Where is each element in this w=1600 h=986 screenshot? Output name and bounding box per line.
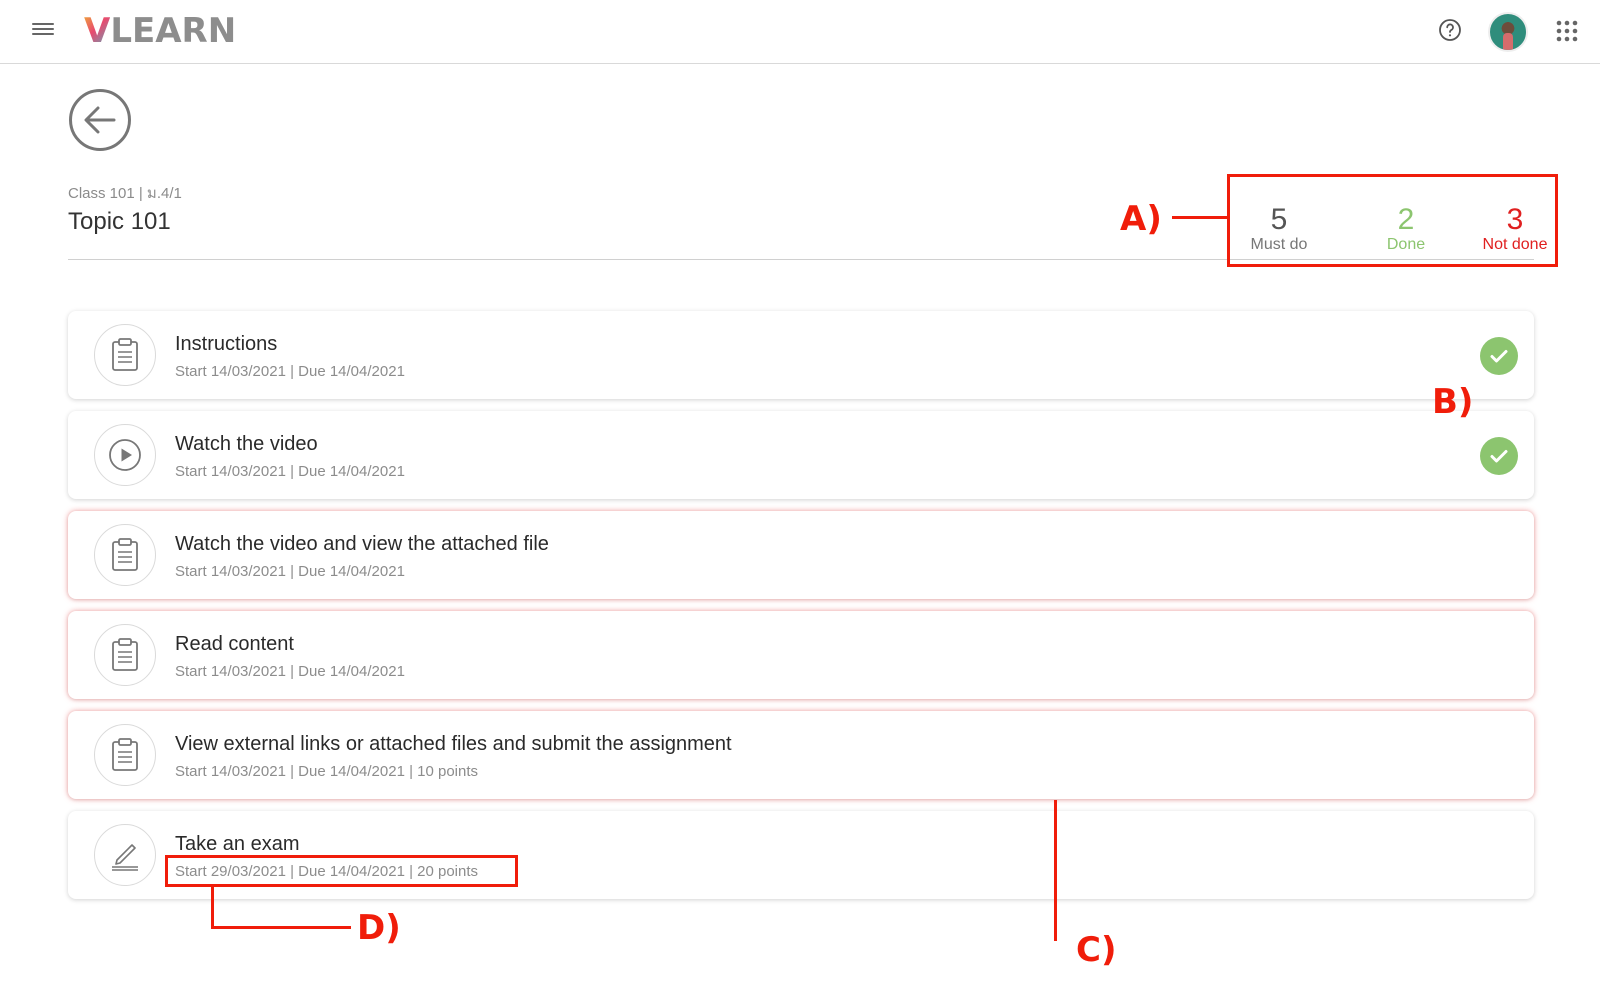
activity-meta: Start 14/03/2021 | Due 14/04/2021 [175, 563, 405, 580]
activity-meta: Start 14/03/2021 | Due 14/04/2021 [175, 463, 405, 480]
annotation-box-a [1227, 174, 1558, 267]
class-subtitle: Class 101 | ม.4/1 [68, 185, 182, 202]
activity-title: Instructions [175, 333, 278, 355]
activity-card-read-content[interactable]: Read content Start 14/03/2021 | Due 14/0… [68, 611, 1534, 699]
activity-meta: Start 14/03/2021 | Due 14/04/2021 [175, 363, 405, 380]
play-icon [94, 424, 156, 486]
annotation-label-a: A) [1120, 199, 1162, 239]
clipboard-icon [94, 324, 156, 386]
user-avatar[interactable] [1488, 12, 1528, 52]
clipboard-icon [94, 724, 156, 786]
logo-text: LEARN [110, 11, 237, 51]
activity-card-watch-video[interactable]: Watch the video Start 14/03/2021 | Due 1… [68, 411, 1534, 499]
activity-title: Watch the video [175, 433, 318, 455]
pen-icon [94, 824, 156, 886]
help-icon[interactable] [1438, 18, 1462, 42]
completed-check-icon [1480, 437, 1518, 475]
annotation-label-d: D) [357, 908, 401, 948]
menu-icon[interactable] [32, 20, 54, 42]
clipboard-icon [94, 524, 156, 586]
clipboard-icon [94, 624, 156, 686]
annotation-box-d [165, 855, 518, 887]
activity-card-submit-assignment[interactable]: View external links or attached files an… [68, 711, 1534, 799]
annotation-line-d-vertical [211, 887, 214, 929]
annotation-line-d-horizontal [211, 926, 351, 929]
completed-check-icon [1480, 337, 1518, 375]
activity-card-instructions[interactable]: Instructions Start 14/03/2021 | Due 14/0… [68, 311, 1534, 399]
activity-title: Take an exam [175, 833, 300, 855]
apps-grid-icon[interactable] [1556, 20, 1578, 42]
activity-title: Read content [175, 633, 294, 655]
annotation-line-c [1054, 800, 1057, 941]
activity-title: View external links or attached files an… [175, 733, 732, 755]
logo-v: V [84, 11, 111, 51]
page-title: Topic 101 [68, 208, 171, 235]
activity-meta: Start 14/03/2021 | Due 14/04/2021 [175, 663, 405, 680]
annotation-label-c: C) [1076, 930, 1117, 970]
activity-card-video-and-file[interactable]: Watch the video and view the attached fi… [68, 511, 1534, 599]
activity-title: Watch the video and view the attached fi… [175, 533, 549, 555]
top-bar: V LEARN [0, 0, 1600, 64]
activity-meta: Start 14/03/2021 | Due 14/04/2021 | 10 p… [175, 763, 479, 780]
annotation-line-a [1172, 216, 1227, 219]
annotation-label-b: B) [1432, 382, 1474, 422]
back-arrow-icon[interactable] [68, 88, 132, 152]
vlearn-logo[interactable]: V LEARN [84, 10, 236, 52]
